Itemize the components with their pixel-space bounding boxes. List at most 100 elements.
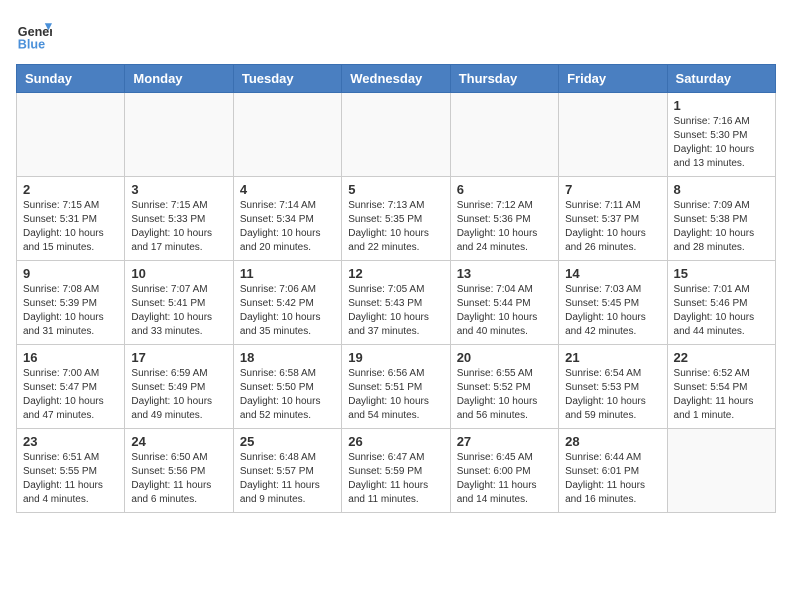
day-number: 7 — [565, 182, 660, 197]
day-header-saturday: Saturday — [667, 65, 775, 93]
day-number: 19 — [348, 350, 443, 365]
calendar-cell: 5 Sunrise: 7:13 AM Sunset: 5:35 PM Daylig… — [342, 177, 450, 261]
day-number: 4 — [240, 182, 335, 197]
calendar-cell: 6 Sunrise: 7:12 AM Sunset: 5:36 PM Daylig… — [450, 177, 558, 261]
day-info: Sunrise: 7:01 AM Sunset: 5:46 PM Dayligh… — [674, 283, 769, 339]
day-info: Sunrise: 7:13 AM Sunset: 5:35 PM Dayligh… — [348, 199, 443, 255]
calendar-cell: 1 Sunrise: 7:16 AM Sunset: 5:30 PM Daylig… — [667, 93, 775, 177]
day-info: Sunrise: 6:59 AM Sunset: 5:49 PM Dayligh… — [131, 367, 226, 423]
logo-icon: General Blue — [16, 16, 52, 52]
day-info: Sunrise: 6:58 AM Sunset: 5:50 PM Dayligh… — [240, 367, 335, 423]
week-row-2: 2 Sunrise: 7:15 AM Sunset: 5:31 PM Daylig… — [17, 177, 776, 261]
day-header-tuesday: Tuesday — [233, 65, 341, 93]
day-info: Sunrise: 7:09 AM Sunset: 5:38 PM Dayligh… — [674, 199, 769, 255]
day-number: 5 — [348, 182, 443, 197]
day-header-wednesday: Wednesday — [342, 65, 450, 93]
calendar-cell — [233, 93, 341, 177]
week-row-1: 1 Sunrise: 7:16 AM Sunset: 5:30 PM Daylig… — [17, 93, 776, 177]
calendar-cell: 20 Sunrise: 6:55 AM Sunset: 5:52 PM Dayli… — [450, 345, 558, 429]
day-info: Sunrise: 7:04 AM Sunset: 5:44 PM Dayligh… — [457, 283, 552, 339]
day-number: 22 — [674, 350, 769, 365]
calendar-cell: 28Sunrise: 6:44 AM Sunset: 6:01 PM Dayli… — [559, 429, 667, 513]
day-info: Sunrise: 6:48 AM Sunset: 5:57 PM Dayligh… — [240, 451, 335, 507]
day-number: 14 — [565, 266, 660, 281]
day-number: 27 — [457, 434, 552, 449]
calendar-cell — [17, 93, 125, 177]
calendar-cell: 19Sunrise: 6:56 AM Sunset: 5:51 PM Dayli… — [342, 345, 450, 429]
week-row-3: 9 Sunrise: 7:08 AM Sunset: 5:39 PM Daylig… — [17, 261, 776, 345]
calendar-cell — [125, 93, 233, 177]
week-row-4: 16 Sunrise: 7:00 AM Sunset: 5:47 PM Dayli… — [17, 345, 776, 429]
day-number: 21 — [565, 350, 660, 365]
day-number: 3 — [131, 182, 226, 197]
calendar-table: SundayMondayTuesdayWednesdayThursdayFrid… — [16, 64, 776, 513]
calendar-cell: 13 Sunrise: 7:04 AM Sunset: 5:44 PM Dayli… — [450, 261, 558, 345]
day-info: Sunrise: 7:14 AM Sunset: 5:34 PM Dayligh… — [240, 199, 335, 255]
calendar-cell: 26 Sunrise: 6:47 AM Sunset: 5:59 PM Dayli… — [342, 429, 450, 513]
calendar-cell: 9 Sunrise: 7:08 AM Sunset: 5:39 PM Daylig… — [17, 261, 125, 345]
day-number: 15 — [674, 266, 769, 281]
calendar-cell: 3 Sunrise: 7:15 AM Sunset: 5:33 PM Daylig… — [125, 177, 233, 261]
calendar-cell: 16 Sunrise: 7:00 AM Sunset: 5:47 PM Dayli… — [17, 345, 125, 429]
calendar-cell: 14 Sunrise: 7:03 AM Sunset: 5:45 PM Dayli… — [559, 261, 667, 345]
calendar-cell: 2 Sunrise: 7:15 AM Sunset: 5:31 PM Daylig… — [17, 177, 125, 261]
calendar-cell: 21 Sunrise: 6:54 AM Sunset: 5:53 PM Dayli… — [559, 345, 667, 429]
day-number: 11 — [240, 266, 335, 281]
day-number: 12 — [348, 266, 443, 281]
day-info: Sunrise: 7:15 AM Sunset: 5:33 PM Dayligh… — [131, 199, 226, 255]
calendar-cell: 25 Sunrise: 6:48 AM Sunset: 5:57 PM Dayli… — [233, 429, 341, 513]
calendar-cell: 17 Sunrise: 6:59 AM Sunset: 5:49 PM Dayli… — [125, 345, 233, 429]
day-number: 25 — [240, 434, 335, 449]
day-number: 28 — [565, 434, 660, 449]
calendar-cell: 10 Sunrise: 7:07 AM Sunset: 5:41 PM Dayli… — [125, 261, 233, 345]
day-info: Sunrise: 6:50 AM Sunset: 5:56 PM Dayligh… — [131, 451, 226, 507]
day-info: Sunrise: 7:07 AM Sunset: 5:41 PM Dayligh… — [131, 283, 226, 339]
day-info: Sunrise: 7:03 AM Sunset: 5:45 PM Dayligh… — [565, 283, 660, 339]
day-headers-row: SundayMondayTuesdayWednesdayThursdayFrid… — [17, 65, 776, 93]
day-info: Sunrise: 7:06 AM Sunset: 5:42 PM Dayligh… — [240, 283, 335, 339]
calendar-cell: 27Sunrise: 6:45 AM Sunset: 6:00 PM Dayli… — [450, 429, 558, 513]
calendar-cell: 4 Sunrise: 7:14 AM Sunset: 5:34 PM Daylig… — [233, 177, 341, 261]
day-number: 6 — [457, 182, 552, 197]
calendar-cell — [342, 93, 450, 177]
calendar-cell — [450, 93, 558, 177]
day-number: 24 — [131, 434, 226, 449]
day-header-thursday: Thursday — [450, 65, 558, 93]
day-info: Sunrise: 6:51 AM Sunset: 5:55 PM Dayligh… — [23, 451, 118, 507]
day-info: Sunrise: 6:54 AM Sunset: 5:53 PM Dayligh… — [565, 367, 660, 423]
day-number: 1 — [674, 98, 769, 113]
day-info: Sunrise: 7:00 AM Sunset: 5:47 PM Dayligh… — [23, 367, 118, 423]
day-number: 26 — [348, 434, 443, 449]
day-number: 13 — [457, 266, 552, 281]
day-number: 16 — [23, 350, 118, 365]
day-header-monday: Monday — [125, 65, 233, 93]
calendar-cell: 8 Sunrise: 7:09 AM Sunset: 5:38 PM Daylig… — [667, 177, 775, 261]
calendar-cell: 22 Sunrise: 6:52 AM Sunset: 5:54 PM Dayli… — [667, 345, 775, 429]
day-number: 8 — [674, 182, 769, 197]
day-number: 9 — [23, 266, 118, 281]
calendar-cell — [559, 93, 667, 177]
day-number: 17 — [131, 350, 226, 365]
day-number: 2 — [23, 182, 118, 197]
day-number: 20 — [457, 350, 552, 365]
day-number: 23 — [23, 434, 118, 449]
week-row-5: 23 Sunrise: 6:51 AM Sunset: 5:55 PM Dayli… — [17, 429, 776, 513]
day-info: Sunrise: 6:52 AM Sunset: 5:54 PM Dayligh… — [674, 367, 769, 423]
day-info: Sunrise: 7:12 AM Sunset: 5:36 PM Dayligh… — [457, 199, 552, 255]
calendar-cell: 18Sunrise: 6:58 AM Sunset: 5:50 PM Dayli… — [233, 345, 341, 429]
calendar-cell: 23 Sunrise: 6:51 AM Sunset: 5:55 PM Dayli… — [17, 429, 125, 513]
calendar-cell: 15 Sunrise: 7:01 AM Sunset: 5:46 PM Dayli… — [667, 261, 775, 345]
calendar-cell — [667, 429, 775, 513]
day-info: Sunrise: 7:08 AM Sunset: 5:39 PM Dayligh… — [23, 283, 118, 339]
day-info: Sunrise: 6:55 AM Sunset: 5:52 PM Dayligh… — [457, 367, 552, 423]
day-info: Sunrise: 7:16 AM Sunset: 5:30 PM Dayligh… — [674, 115, 769, 171]
calendar-cell: 11 Sunrise: 7:06 AM Sunset: 5:42 PM Dayli… — [233, 261, 341, 345]
svg-text:Blue: Blue — [18, 37, 45, 51]
day-info: Sunrise: 7:11 AM Sunset: 5:37 PM Dayligh… — [565, 199, 660, 255]
day-info: Sunrise: 7:15 AM Sunset: 5:31 PM Dayligh… — [23, 199, 118, 255]
day-info: Sunrise: 6:47 AM Sunset: 5:59 PM Dayligh… — [348, 451, 443, 507]
day-number: 10 — [131, 266, 226, 281]
day-header-sunday: Sunday — [17, 65, 125, 93]
day-info: Sunrise: 7:05 AM Sunset: 5:43 PM Dayligh… — [348, 283, 443, 339]
day-header-friday: Friday — [559, 65, 667, 93]
